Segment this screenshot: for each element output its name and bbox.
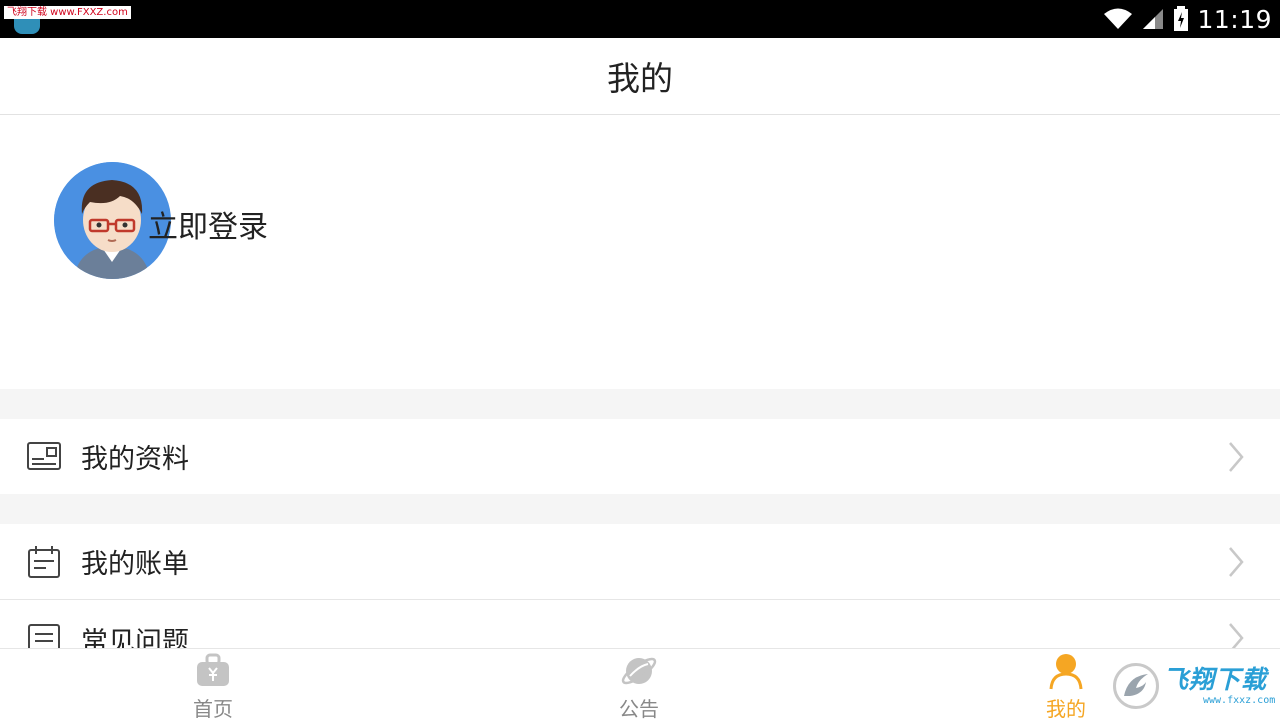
bottom-navigation: 首页 公告 我的 <box>0 648 1280 720</box>
brand-logo-icon <box>1113 663 1159 709</box>
section-gap <box>0 494 1280 524</box>
user-icon <box>1049 654 1083 690</box>
home-bag-icon <box>197 653 229 686</box>
tab-announcements[interactable]: 公告 <box>559 649 719 720</box>
chevron-right-icon <box>1229 442 1244 472</box>
battery-icon <box>1174 6 1189 31</box>
nav-label: 公告 <box>619 697 659 720</box>
menu-item-my-profile[interactable]: 我的资料 <box>0 419 1280 494</box>
planet-icon <box>621 657 657 685</box>
menu-item-label: 我的账单 <box>81 549 189 580</box>
status-bar: 飞翔下载 www.FXXZ.com 11:19 <box>0 0 1280 38</box>
brand-url: www.fxxz.com <box>1203 695 1276 706</box>
tab-home[interactable]: 首页 <box>133 649 293 720</box>
menu-item-my-bills[interactable]: 我的账单 <box>0 524 1280 599</box>
login-link[interactable]: 立即登录 <box>148 202 268 246</box>
brand-watermark: 飞翔下载 www.fxxz.com <box>1113 661 1275 711</box>
profile-card-icon <box>27 442 61 470</box>
signal-icon <box>1143 9 1164 29</box>
menu-item-label: 我的资料 <box>81 444 189 475</box>
nav-label: 首页 <box>193 697 233 720</box>
watermark-text: 飞翔下载 www.FXXZ.com <box>4 6 131 19</box>
clock: 11:19 <box>1197 4 1272 34</box>
profile-section[interactable]: 立即登录 <box>0 116 1280 389</box>
wifi-icon <box>1104 8 1133 29</box>
page-title: 我的 <box>607 59 673 98</box>
title-bar: 我的 <box>0 38 1280 115</box>
chevron-right-icon <box>1229 547 1244 577</box>
app-notification-icon <box>14 18 40 34</box>
calendar-icon <box>28 546 60 578</box>
section-gap <box>0 389 1280 419</box>
brand-name: 飞翔下载 <box>1163 665 1268 694</box>
